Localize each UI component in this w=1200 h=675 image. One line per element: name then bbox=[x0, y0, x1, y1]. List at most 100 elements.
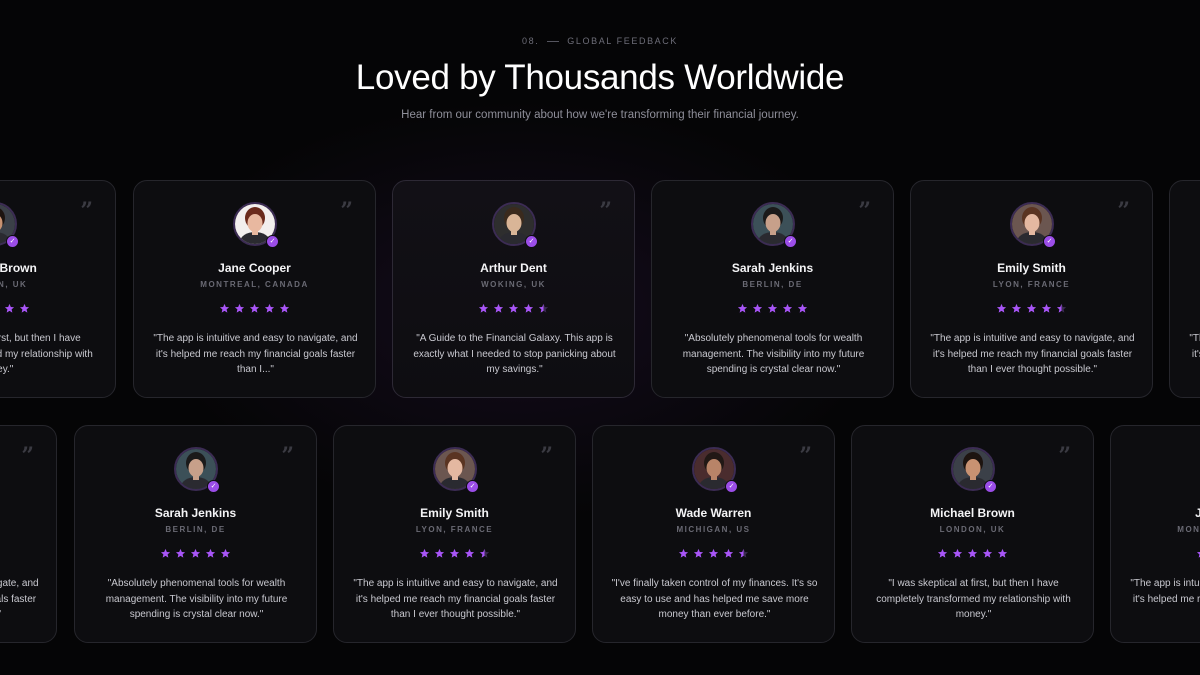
star-full-icon bbox=[264, 303, 275, 313]
star-full-icon bbox=[996, 303, 1007, 313]
testimonial-row-2: ” ✓ Emily Smith LYON, FRANCE "The app is int… bbox=[0, 425, 1200, 643]
reviewer-name: Emily Smith bbox=[420, 506, 489, 520]
star-full-icon bbox=[982, 548, 993, 558]
star-full-icon bbox=[678, 548, 689, 558]
verified-check-icon: ✓ bbox=[207, 480, 220, 493]
star-full-icon bbox=[160, 548, 171, 558]
testimonial-card[interactable]: ” ✓ Arthur Dent WOKING, UK "A Guide to the F… bbox=[392, 180, 635, 398]
star-full-icon bbox=[693, 548, 704, 558]
testimonial-row-1: ” ✓ Michael Brown LONDON, UK "I was skeptica… bbox=[0, 180, 1200, 398]
testimonial-card[interactable]: ”✓Jane CooperMONTREAL, CANADA"The app is… bbox=[133, 180, 376, 398]
star-full-icon bbox=[478, 303, 489, 313]
star-half-icon bbox=[738, 548, 749, 558]
reviewer-location: LONDON, UK bbox=[0, 280, 28, 289]
star-full-icon bbox=[937, 548, 948, 558]
star-rating bbox=[134, 303, 375, 314]
verified-check-icon: ✓ bbox=[525, 235, 538, 248]
testimonial-quote: "I was skeptical at first, but then I ha… bbox=[876, 578, 1071, 620]
star-rating bbox=[652, 303, 893, 314]
testimonial-card[interactable]: ”✓Emily SmithLYON, FRANCE"The app is int… bbox=[0, 425, 57, 643]
reviewer-name: Emily Smith bbox=[0, 506, 56, 520]
eyebrow-divider bbox=[547, 40, 560, 42]
testimonial-card[interactable]: ”✓Jane CooperMONTREAL, CANADA"The app is… bbox=[1169, 180, 1200, 398]
testimonial-card[interactable]: ” ✓ Sarah Jenkins BERLIN, DE "Absolutely phe… bbox=[651, 180, 894, 398]
star-full-icon bbox=[782, 303, 793, 313]
star-full-icon bbox=[967, 548, 978, 558]
star-rating bbox=[1170, 303, 1200, 314]
quote-icon: ” bbox=[21, 443, 34, 469]
reviewer-location: LYON, FRANCE bbox=[992, 280, 1071, 289]
reviewer-location: LYON, FRANCE bbox=[415, 525, 494, 534]
star-rating bbox=[593, 548, 834, 559]
reviewer-name: Arthur Dent bbox=[480, 261, 547, 275]
testimonial-card[interactable]: ”✓Jane CooperMONTREAL, CANADA"The app is… bbox=[1110, 425, 1200, 643]
reviewer-name: Wade Warren bbox=[675, 506, 752, 520]
star-full-icon bbox=[1026, 303, 1037, 313]
star-full-icon bbox=[797, 303, 808, 313]
star-full-icon bbox=[434, 548, 445, 558]
star-full-icon bbox=[737, 303, 748, 313]
testimonial-quote: "The app is intuitive and easy to naviga… bbox=[1189, 333, 1200, 360]
quote-icon: ” bbox=[1058, 443, 1071, 469]
testimonial-card[interactable]: ” ✓ Emily Smith LYON, FRANCE "The app is int… bbox=[910, 180, 1153, 398]
star-full-icon bbox=[4, 303, 15, 313]
star-half-icon bbox=[479, 548, 490, 558]
quote-icon: ” bbox=[80, 198, 93, 224]
testimonial-card[interactable]: ” ✓ Michael Brown LONDON, UK "I was skeptica… bbox=[851, 425, 1094, 643]
testimonial-quote: "I was skeptical at first, but then I ha… bbox=[0, 333, 93, 375]
quote-icon: ” bbox=[799, 443, 812, 469]
testimonial-card[interactable]: ”✓Emily SmithLYON, FRANCE"The app is int… bbox=[333, 425, 576, 643]
star-full-icon bbox=[997, 548, 1008, 558]
reviewer-name: Emily Smith bbox=[997, 261, 1066, 275]
reviewer-location: BERLIN, DE bbox=[742, 280, 803, 289]
reviewer-location: MONTREAL, CANADA bbox=[1170, 280, 1200, 289]
star-full-icon bbox=[205, 548, 216, 558]
reviewer-name: Michael Brown bbox=[0, 261, 37, 275]
reviewer-name: Michael Brown bbox=[930, 506, 1015, 520]
testimonial-card[interactable]: ” ✓ Sarah Jenkins BERLIN, DE "Absolutely phe… bbox=[74, 425, 317, 643]
section-label: GLOBAL FEEDBACK bbox=[567, 36, 678, 46]
reviewer-location: WOKING, UK bbox=[481, 280, 546, 289]
star-rating bbox=[334, 548, 575, 559]
star-full-icon bbox=[1041, 303, 1052, 313]
star-full-icon bbox=[19, 303, 30, 313]
quote-icon: ” bbox=[1117, 198, 1130, 224]
verified-check-icon: ✓ bbox=[725, 480, 738, 493]
quote-icon: ” bbox=[281, 443, 294, 469]
star-full-icon bbox=[175, 548, 186, 558]
section-title: Loved by Thousands Worldwide bbox=[355, 58, 845, 97]
reviewer-location: LONDON, UK bbox=[939, 525, 1006, 534]
verified-check-icon: ✓ bbox=[784, 235, 797, 248]
star-full-icon bbox=[249, 303, 260, 313]
reviewer-name: Jane Cooper bbox=[218, 261, 291, 275]
star-full-icon bbox=[190, 548, 201, 558]
star-rating bbox=[911, 303, 1152, 314]
verified-check-icon: ✓ bbox=[984, 480, 997, 493]
star-full-icon bbox=[752, 303, 763, 313]
verified-check-icon: ✓ bbox=[266, 235, 279, 248]
quote-icon: ” bbox=[858, 198, 871, 224]
reviewer-name: Sarah Jenkins bbox=[731, 261, 814, 275]
testimonial-card[interactable]: ” ✓ Michael Brown LONDON, UK "I was skeptica… bbox=[0, 180, 116, 398]
section-number: 08. bbox=[521, 36, 540, 46]
testimonial-card[interactable]: ” ✓ Wade Warren MICHIGAN, US "I've finally t… bbox=[592, 425, 835, 643]
testimonial-quote: "The app is intuitive and easy to naviga… bbox=[930, 333, 1135, 375]
star-full-icon bbox=[419, 548, 430, 558]
star-full-icon bbox=[449, 548, 460, 558]
section-subtitle: Hear from our community about how we're … bbox=[401, 109, 799, 121]
star-rating bbox=[1111, 548, 1200, 559]
star-full-icon bbox=[1011, 303, 1022, 313]
star-full-icon bbox=[464, 548, 475, 558]
testimonial-quote: "Absolutely phenomenal tools for wealth … bbox=[682, 333, 865, 375]
quote-icon: ” bbox=[340, 198, 353, 224]
reviewer-location: MICHIGAN, US bbox=[676, 525, 751, 534]
section-eyebrow: 08. GLOBAL FEEDBACK bbox=[0, 36, 1200, 46]
star-half-icon bbox=[538, 303, 549, 313]
star-full-icon bbox=[723, 548, 734, 558]
star-rating bbox=[393, 303, 634, 314]
star-full-icon bbox=[1196, 551, 1200, 558]
star-full-icon bbox=[279, 303, 290, 313]
testimonial-quote: "A Guide to the Financial Galaxy. This a… bbox=[413, 333, 616, 375]
star-full-icon bbox=[220, 548, 231, 558]
verified-check-icon: ✓ bbox=[1043, 235, 1056, 248]
